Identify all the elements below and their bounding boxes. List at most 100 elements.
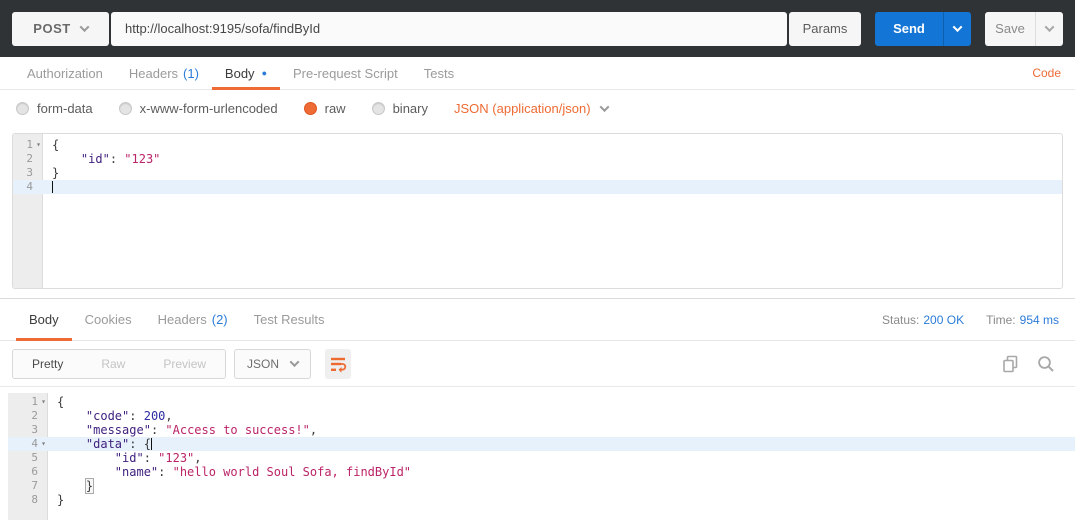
- code-token: }: [84, 478, 95, 494]
- code-token: ,: [165, 409, 173, 423]
- response-format-selector[interactable]: JSON: [234, 348, 312, 379]
- radio-x-www-form-urlencoded[interactable]: x-www-form-urlencoded: [118, 101, 278, 116]
- code-line[interactable]: 3}: [13, 166, 1062, 180]
- wrap-text-button[interactable]: [325, 348, 352, 379]
- code-line[interactable]: 3 "message": "Access to success!",: [8, 423, 1075, 437]
- code-line[interactable]: 1 ▾ {: [8, 395, 1075, 409]
- copy-response-button[interactable]: [1002, 355, 1019, 373]
- tab-pre-request-script[interactable]: Pre-request Script: [280, 57, 411, 89]
- code-line-text[interactable]: "data": {: [49, 437, 152, 451]
- code-token: "name": [114, 465, 159, 479]
- code-token: "123": [124, 152, 161, 166]
- code-token: "Access to success!": [165, 423, 310, 437]
- save-dropdown-button[interactable]: [1035, 11, 1063, 46]
- code-token: }: [52, 166, 60, 180]
- text-cursor: [52, 181, 53, 193]
- chevron-down-icon: [1044, 22, 1055, 33]
- code-token: "data": [85, 437, 130, 451]
- chevron-down-icon: [952, 22, 963, 33]
- code-line-text[interactable]: "message": "Access to success!",: [49, 423, 317, 437]
- tab-response-cookies[interactable]: Cookies: [72, 299, 145, 340]
- params-button[interactable]: Params: [789, 11, 861, 46]
- tab-tests[interactable]: Tests: [411, 57, 467, 89]
- code-line[interactable]: 2 "code": 200,: [8, 409, 1075, 423]
- code-line-text[interactable]: "id": "123": [44, 152, 160, 166]
- method-selector[interactable]: POST: [12, 11, 109, 46]
- headers-count-badge: (1): [183, 65, 199, 81]
- code-line-text[interactable]: }: [49, 478, 95, 494]
- view-pretty-button[interactable]: Pretty: [13, 350, 82, 378]
- fold-arrow-icon[interactable]: ▾: [38, 437, 49, 451]
- url-input[interactable]: http://localhost:9195/sofa/findById: [111, 11, 787, 46]
- code-line[interactable]: 6 "name": "hello world Soul Sofa, findBy…: [8, 465, 1075, 479]
- request-body-editor[interactable]: 1 ▾{2 "id": "123" 3} 4: [12, 133, 1063, 289]
- radio-binary[interactable]: binary: [371, 101, 428, 116]
- code-token: :: [129, 409, 144, 423]
- code-line-text[interactable]: {: [44, 138, 59, 152]
- code-line-text[interactable]: "code": 200,: [49, 409, 173, 423]
- line-number: 2: [31, 409, 38, 422]
- radio-raw[interactable]: raw: [303, 101, 346, 116]
- tab-response-body[interactable]: Body: [16, 299, 72, 341]
- code-token: {: [52, 138, 60, 152]
- search-icon: [1038, 355, 1054, 372]
- line-number: 3: [31, 423, 38, 436]
- status-value: 200 OK: [923, 312, 965, 327]
- line-number: 7: [31, 479, 38, 492]
- fold-arrow-icon[interactable]: ▾: [38, 395, 49, 409]
- code-line[interactable]: 2 "id": "123": [13, 152, 1062, 166]
- code-token: 200: [143, 409, 166, 423]
- tab-response-headers[interactable]: Headers (2): [145, 299, 241, 340]
- chevron-down-icon: [289, 357, 300, 368]
- tab-body[interactable]: Body ●: [211, 57, 281, 90]
- send-button[interactable]: Send: [875, 11, 971, 46]
- line-number: 4 ▾: [8, 437, 49, 451]
- tab-test-results[interactable]: Test Results: [241, 299, 338, 340]
- send-label[interactable]: Send: [875, 12, 943, 46]
- fold-arrow-icon[interactable]: ▾: [33, 138, 44, 152]
- code-token: {: [57, 395, 65, 409]
- tab-authorization[interactable]: Authorization: [14, 57, 116, 89]
- code-token: ,: [194, 451, 202, 465]
- send-dropdown-button[interactable]: [943, 11, 971, 46]
- code-line-text[interactable]: [44, 180, 53, 194]
- code-line-text[interactable]: }: [49, 493, 64, 507]
- line-number: 4: [26, 180, 33, 193]
- content-type-selector[interactable]: JSON (application/json): [454, 101, 610, 116]
- code-lines: 1 ▾{2 "code": 200, 3 "message": "Access to…: [8, 393, 1075, 507]
- code-line-text[interactable]: }: [44, 166, 59, 180]
- code-line[interactable]: 8}: [8, 493, 1075, 507]
- code-line[interactable]: 4 ▾ "data": {: [8, 437, 1075, 451]
- time-value: 954 ms: [1019, 312, 1059, 327]
- code-line-text[interactable]: {: [49, 395, 64, 409]
- code-token: "123": [158, 451, 195, 465]
- code-line[interactable]: 7 }: [8, 478, 1075, 494]
- code-link[interactable]: Code: [1032, 57, 1061, 89]
- save-label[interactable]: Save: [985, 12, 1035, 46]
- wrap-text-icon: [331, 357, 347, 373]
- response-action-icons: [1002, 355, 1063, 373]
- code-token: :: [158, 465, 173, 479]
- view-preview-button[interactable]: Preview: [144, 350, 225, 378]
- save-button[interactable]: Save: [985, 11, 1063, 46]
- radio-form-data[interactable]: form-data: [16, 101, 93, 116]
- code-line[interactable]: 5 "id": "123",: [8, 451, 1075, 465]
- code-token: "id": [114, 451, 144, 465]
- search-response-button[interactable]: [1037, 355, 1055, 373]
- code-line-text[interactable]: "id": "123",: [49, 451, 202, 465]
- code-line-text[interactable]: "name": "hello world Soul Sofa, findById…: [49, 465, 411, 479]
- code-line[interactable]: 1 ▾ {: [13, 138, 1062, 152]
- code-line[interactable]: 4: [13, 180, 1062, 194]
- response-view-toggle: Pretty Raw Preview: [12, 348, 227, 379]
- response-body-editor[interactable]: 1 ▾{2 "code": 200, 3 "message": "Access to…: [8, 393, 1075, 520]
- code-token: "message": [85, 423, 151, 437]
- code-token: :: [150, 423, 166, 437]
- code-token: "code": [85, 409, 130, 423]
- tab-headers[interactable]: Headers (1): [116, 57, 212, 89]
- view-raw-button[interactable]: Raw: [82, 350, 144, 378]
